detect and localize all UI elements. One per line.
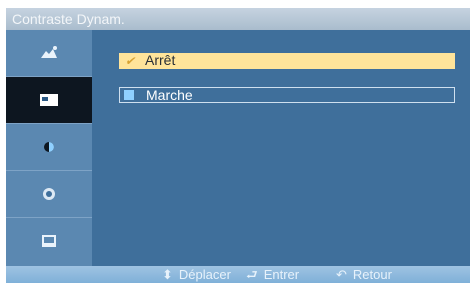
up-down-arrow-icon: ⬍: [162, 267, 173, 282]
settings-icon: [43, 188, 55, 200]
option-label: Arrêt: [145, 52, 176, 68]
option-marche[interactable]: Marche: [119, 87, 455, 103]
option-marker-icon: [124, 90, 134, 100]
enter-icon: ⮐: [246, 267, 258, 282]
picture-icon: [41, 46, 57, 58]
move-label: Déplacer: [178, 267, 231, 282]
enter-hint: ⮐ Entrer: [246, 266, 299, 283]
return-hint: ↶ Retour: [336, 266, 392, 283]
sidebar-item-sound[interactable]: [6, 124, 92, 170]
osd-menu: Contraste Dynam. ✔ Arrêt Marche ⬍ Déplac…: [6, 8, 470, 283]
multi-control-icon: [42, 235, 56, 247]
screen-icon: [40, 94, 58, 106]
check-icon: ✔: [125, 54, 136, 68]
sidebar: [6, 30, 92, 266]
return-icon: ↶: [336, 267, 347, 282]
enter-label: Entrer: [263, 267, 300, 282]
menu-title: Contraste Dynam.: [6, 8, 470, 30]
move-hint: ⬍ Déplacer: [162, 266, 231, 283]
return-label: Retour: [352, 267, 392, 282]
options-panel: ✔ Arrêt Marche: [92, 30, 470, 266]
option-arret[interactable]: ✔ Arrêt: [119, 53, 455, 69]
sidebar-item-picture[interactable]: [6, 30, 92, 76]
sidebar-item-screen[interactable]: [6, 77, 92, 123]
sound-icon: [44, 142, 54, 152]
sidebar-item-settings[interactable]: [6, 171, 92, 217]
sidebar-item-multi-control[interactable]: [6, 218, 92, 264]
help-bar: ⬍ Déplacer ⮐ Entrer ↶ Retour: [6, 266, 470, 283]
option-label: Marche: [146, 87, 193, 103]
